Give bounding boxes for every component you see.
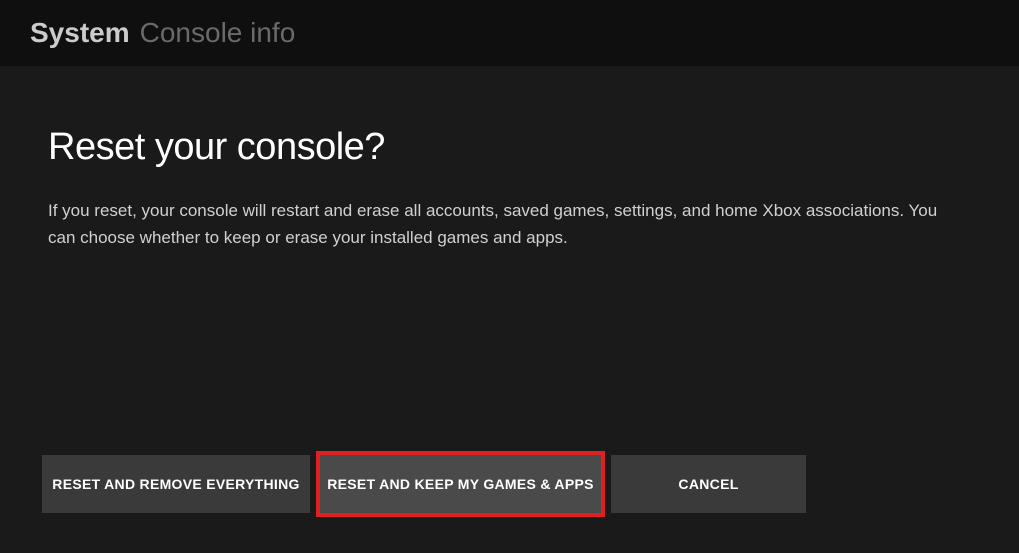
dialog-title: Reset your console? [48,126,971,169]
breadcrumb-secondary: Console info [140,17,296,49]
dialog-description: If you reset, your console will restart … [48,197,968,251]
cancel-button[interactable]: CANCEL [611,455,806,513]
dialog-content: Reset your console? If you reset, your c… [0,66,1019,251]
breadcrumb-header: System Console info [0,0,1019,66]
reset-remove-everything-button[interactable]: RESET AND REMOVE EVERYTHING [42,455,310,513]
reset-keep-games-apps-button[interactable]: RESET AND KEEP MY GAMES & APPS [320,455,601,513]
breadcrumb-primary: System [30,17,130,49]
action-button-row: RESET AND REMOVE EVERYTHING RESET AND KE… [42,455,806,513]
